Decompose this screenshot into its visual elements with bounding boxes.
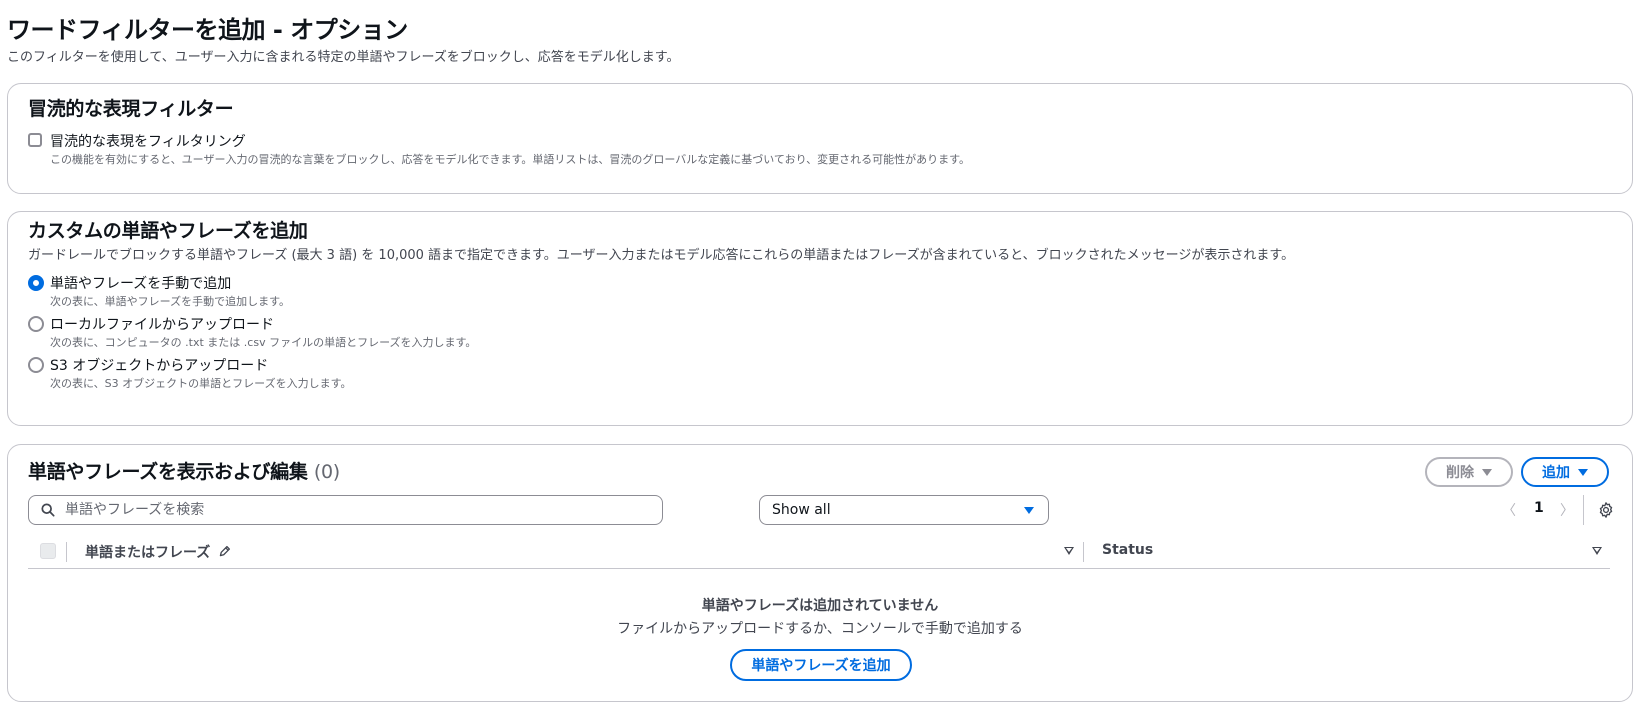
column-header-word-label: 単語またはフレーズ <box>85 545 211 561</box>
profanity-filter-title: 冒涜的な表現フィルター <box>28 98 234 120</box>
add-words-button[interactable]: 単語やフレーズを追加 <box>730 649 912 681</box>
search-box <box>28 495 663 525</box>
caret-down-icon <box>1482 468 1492 476</box>
sort-icon[interactable] <box>1592 547 1602 555</box>
caret-down-icon <box>1578 468 1588 476</box>
page-number[interactable]: 1 <box>1534 500 1544 516</box>
radio-s3-object[interactable] <box>28 357 44 373</box>
select-all-checkbox[interactable] <box>40 543 56 559</box>
status-filter-value: Show all <box>772 502 831 518</box>
custom-words-panel: カスタムの単語やフレーズを追加 ガードレールでブロックする単語やフレーズ (最大… <box>7 211 1633 426</box>
page-description: このフィルターを使用して、ユーザー入力に含まれる特定の単語やフレーズをブロックし… <box>7 50 680 65</box>
profanity-checkbox-description: この機能を有効にすると、ユーザー入力の冒涜的な言葉をブロックし、応答をモデル化で… <box>50 153 971 166</box>
search-input[interactable] <box>65 501 645 519</box>
column-header-word[interactable]: 単語またはフレーズ <box>85 542 231 562</box>
option-label: ローカルファイルからアップロード <box>50 317 274 333</box>
profanity-checkbox-label: 冒涜的な表現をフィルタリング <box>50 134 246 150</box>
sort-icon[interactable] <box>1064 547 1074 555</box>
words-count: (0) <box>313 461 340 483</box>
column-header-status[interactable]: Status <box>1102 542 1153 558</box>
delete-button-label: 削除 <box>1446 465 1474 481</box>
empty-state-title: 単語やフレーズは追加されていません <box>701 598 939 614</box>
add-button[interactable]: 追加 <box>1521 457 1609 487</box>
profanity-checkbox[interactable] <box>28 133 42 147</box>
custom-words-description: ガードレールでブロックする単語やフレーズ (最大 3 語) を 10,000 語… <box>28 248 1295 263</box>
search-icon <box>41 503 55 517</box>
profanity-filter-panel: 冒涜的な表現フィルター 冒涜的な表現をフィルタリング この機能を有効にすると、ユ… <box>7 83 1633 194</box>
option-description: 次の表に、コンピュータの .txt または .csv ファイルの単語とフレーズを… <box>50 336 477 349</box>
words-table-title: 単語やフレーズを表示および編集 (0) <box>28 457 340 484</box>
delete-button[interactable]: 削除 <box>1425 457 1513 487</box>
next-page-button[interactable]: 〉 <box>1560 500 1574 520</box>
radio-manual-add[interactable] <box>28 275 44 291</box>
custom-words-title: カスタムの単語やフレーズを追加 <box>28 220 308 242</box>
empty-state-description: ファイルからアップロードするか、コンソールで手動で追加する <box>617 621 1023 637</box>
option-description: 次の表に、単語やフレーズを手動で追加します。 <box>50 295 291 308</box>
column-divider <box>66 542 67 562</box>
words-table-title-text: 単語やフレーズを表示および編集 <box>28 461 308 483</box>
gear-icon[interactable] <box>1597 501 1615 519</box>
add-button-label: 追加 <box>1542 465 1570 481</box>
previous-page-button[interactable]: 〈 <box>1502 500 1516 520</box>
page-title: ワードフィルターを追加 - オプション <box>7 16 408 44</box>
words-table-panel: 単語やフレーズを表示および編集 (0) 削除 追加 Show all 〈 1 〉… <box>7 444 1633 702</box>
radio-local-file[interactable] <box>28 316 44 332</box>
table-header: 単語またはフレーズ Status <box>28 533 1610 569</box>
option-label: S3 オブジェクトからアップロード <box>50 358 269 374</box>
option-label: 単語やフレーズを手動で追加 <box>50 276 232 292</box>
caret-down-icon <box>1024 507 1034 514</box>
option-description: 次の表に、S3 オブジェクトの単語とフレーズを入力します。 <box>50 377 352 390</box>
column-divider <box>1083 542 1084 562</box>
pencil-icon <box>219 545 231 557</box>
pager-divider <box>1583 495 1584 525</box>
status-filter-select[interactable]: Show all <box>759 495 1049 525</box>
